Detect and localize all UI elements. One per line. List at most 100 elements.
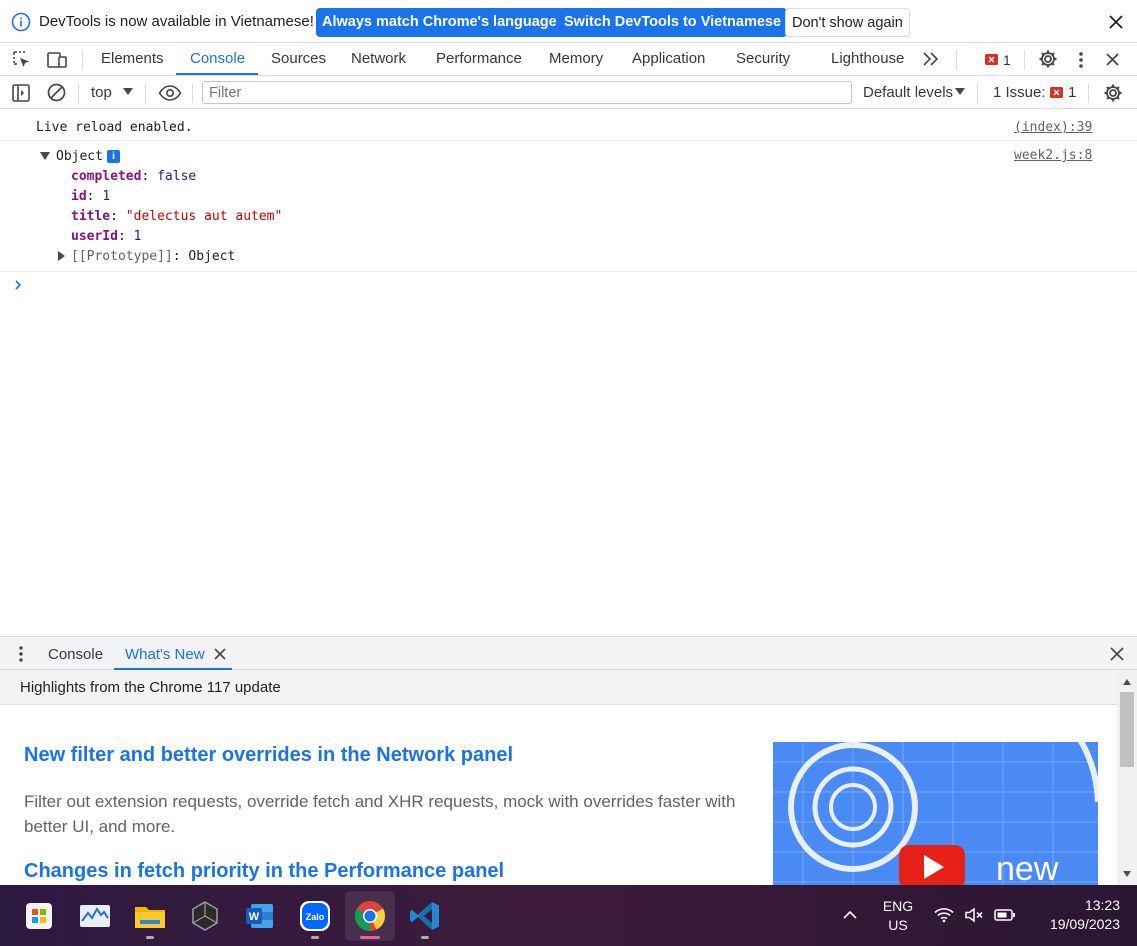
vscode-icon[interactable] — [407, 898, 443, 934]
tab-console[interactable]: Console — [190, 50, 245, 67]
whats-new-scrollbar[interactable] — [1117, 670, 1137, 885]
drawer-tab-whats-new[interactable]: What's New — [125, 646, 205, 663]
whats-new-heading-network[interactable]: New filter and better overrides in the N… — [24, 744, 513, 767]
tab-security[interactable]: Security — [736, 50, 790, 67]
close-drawer-icon[interactable] — [1110, 647, 1124, 661]
svg-text:Zalo: Zalo — [306, 912, 325, 922]
object-label-text: Object — [56, 149, 103, 164]
scroll-down-arrow-icon[interactable] — [1123, 871, 1131, 877]
prop-key: id — [71, 189, 87, 204]
drawer-tab-console[interactable]: Console — [48, 646, 103, 663]
issues-label[interactable]: 1 Issue: — [993, 84, 1046, 101]
zalo-app-icon[interactable]: Zalo — [297, 898, 333, 934]
speaker-muted-icon[interactable] — [964, 907, 984, 923]
running-indicator — [421, 936, 429, 939]
running-indicator — [311, 936, 319, 939]
settings-gear-icon[interactable] — [1037, 48, 1059, 70]
log-levels-dropdown-icon[interactable] — [955, 88, 965, 96]
prop-key: [[Prototype]] — [71, 249, 173, 264]
input-language-indicator[interactable]: ENG US — [876, 897, 920, 935]
expand-triangle-icon[interactable] — [40, 152, 50, 161]
close-devtools-icon[interactable] — [1105, 52, 1120, 67]
language-code: ENG — [882, 898, 914, 914]
tab-elements[interactable]: Elements — [101, 50, 164, 67]
tab-application[interactable]: Application — [632, 50, 705, 67]
file-explorer-icon[interactable] — [132, 898, 168, 934]
issue-error-icon[interactable] — [1050, 87, 1063, 99]
filter-input[interactable] — [202, 81, 852, 104]
console-message-text: Live reload enabled. — [36, 120, 193, 135]
prop-userid: userId: 1 — [71, 229, 142, 244]
scrollbar-thumb[interactable] — [1120, 692, 1134, 767]
clear-console-icon[interactable] — [46, 82, 67, 103]
prop-key: title — [71, 209, 111, 224]
tab-memory[interactable]: Memory — [549, 50, 603, 67]
error-badge-icon[interactable] — [985, 54, 998, 66]
prop-id: id: 1 — [71, 189, 111, 204]
show-hidden-icons-chevron-icon[interactable] — [842, 910, 858, 920]
whats-new-header-text: Highlights from the Chrome 117 update — [20, 679, 281, 696]
prop-key: completed — [71, 169, 142, 184]
context-selector[interactable]: top — [91, 84, 112, 101]
whats-new-description-network: Filter out extension requests, override … — [24, 792, 736, 836]
prop-key: userId — [71, 229, 118, 244]
switch-to-vietnamese-button[interactable]: Switch DevTools to Vietnamese — [558, 8, 788, 37]
microsoft-word-icon[interactable]: W — [242, 898, 278, 934]
windows-taskbar: W Zalo ENG US 13:23 19/09/2023 — [0, 885, 1137, 946]
prop-prototype[interactable]: [[Prototype]]: Object — [71, 249, 235, 264]
always-match-language-button[interactable]: Always match Chrome's language — [316, 8, 563, 37]
more-tabs-chevron-icon[interactable] — [922, 51, 940, 67]
chrome-browser-icon[interactable] — [352, 898, 388, 934]
more-options-icon[interactable] — [1076, 50, 1086, 70]
prop-title: title: "delectus aut autem" — [71, 209, 283, 224]
battery-icon[interactable] — [994, 908, 1016, 922]
console-toolbar: top Default levels 1 Issue: 1 — [0, 76, 1137, 109]
close-infobar-icon[interactable] — [1108, 14, 1124, 30]
inspect-element-icon[interactable] — [12, 50, 32, 70]
wifi-icon[interactable] — [934, 907, 954, 923]
issues-count[interactable]: 1 — [1068, 84, 1076, 101]
sidebar-toggle-icon[interactable] — [11, 83, 31, 103]
expand-prototype-triangle-icon[interactable] — [58, 251, 66, 261]
prop-value: 1 — [133, 229, 142, 244]
whats-new-video-thumbnail[interactable]: new — [773, 742, 1098, 885]
tab-sources[interactable]: Sources — [271, 50, 326, 67]
whats-new-heading-performance[interactable]: Changes in fetch priority in the Perform… — [24, 860, 504, 883]
main-tab-bar: Elements Console Sources Network Perform… — [0, 43, 1137, 76]
close-whats-new-tab-icon[interactable] — [214, 648, 226, 660]
tab-performance[interactable]: Performance — [436, 50, 522, 67]
active-tab-indicator — [176, 73, 258, 75]
whats-new-content: New filter and better overrides in the N… — [0, 705, 1117, 885]
tab-network[interactable]: Network — [351, 50, 406, 67]
clock-time: 13:23 — [1084, 897, 1120, 913]
prop-value: Object — [188, 249, 236, 264]
prop-value: false — [157, 169, 197, 184]
prop-value: "delectus aut autem" — [125, 209, 283, 224]
infobar-message: DevTools is now available in Vietnamese! — [39, 13, 314, 30]
active-app-indicator — [360, 936, 380, 939]
object-label[interactable]: Object i — [56, 149, 120, 164]
console-settings-gear-icon[interactable] — [1102, 82, 1124, 104]
log-levels-dropdown[interactable]: Default levels — [863, 84, 953, 101]
prop-value: 1 — [102, 189, 111, 204]
device-toolbar-icon[interactable] — [46, 50, 68, 70]
error-count[interactable]: 1 — [1003, 52, 1011, 68]
task-manager-icon[interactable] — [77, 898, 113, 934]
console-prompt-chevron-icon[interactable] — [14, 279, 23, 291]
unity-app-icon[interactable] — [187, 898, 223, 934]
scroll-up-arrow-icon[interactable] — [1123, 679, 1131, 685]
object-info-icon[interactable]: i — [106, 150, 120, 163]
live-expression-eye-icon[interactable] — [158, 85, 182, 101]
drawer-menu-icon[interactable] — [17, 645, 25, 663]
drawer-tab-bar: Console What's New — [0, 636, 1137, 670]
clock[interactable]: 13:23 19/09/2023 — [1030, 896, 1120, 934]
prop-completed: completed: false — [71, 169, 197, 184]
thumbnail-new-text: new — [996, 850, 1059, 885]
dont-show-again-button[interactable]: Don't show again — [785, 8, 910, 37]
source-link-index[interactable]: (index):39 — [1014, 120, 1092, 135]
start-menu-icon[interactable] — [21, 898, 57, 934]
tab-lighthouse[interactable]: Lighthouse — [831, 50, 904, 67]
source-link-week2[interactable]: week2.js:8 — [1014, 148, 1092, 163]
keyboard-layout: US — [888, 917, 908, 933]
context-dropdown-icon[interactable] — [123, 88, 133, 96]
